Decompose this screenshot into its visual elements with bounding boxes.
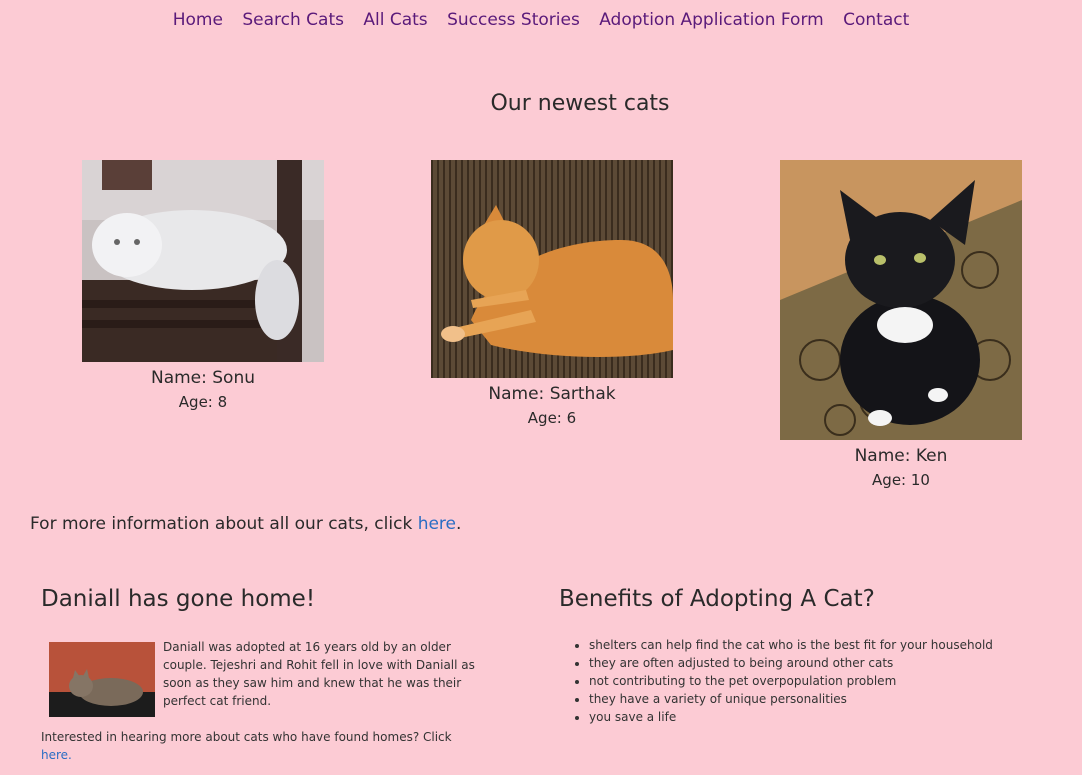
cat-photo-sarthak bbox=[431, 160, 673, 378]
benefit-item: shelters can help find the cat who is th… bbox=[589, 636, 993, 654]
story-photo-daniall bbox=[49, 642, 155, 717]
cat-card-sonu: Name: Sonu Age: 8 bbox=[82, 160, 324, 411]
nav-search-cats[interactable]: Search Cats bbox=[242, 10, 344, 30]
cat-age-sarthak: Age: 6 bbox=[527, 409, 577, 427]
more-info-text: For more information about all our cats,… bbox=[30, 514, 418, 534]
success-stories-link[interactable]: here. bbox=[41, 748, 72, 762]
benefit-item: they are often adjusted to being around … bbox=[589, 654, 993, 672]
main-nav: Home Search Cats All Cats Success Storie… bbox=[0, 10, 1082, 30]
cat-photo-sonu bbox=[82, 160, 324, 362]
success-story: Daniall was adopted at 16 years old by a… bbox=[41, 638, 481, 764]
benefit-item: not contributing to the pet overpopulati… bbox=[589, 672, 993, 690]
more-info-end: . bbox=[456, 514, 462, 534]
nav-all-cats[interactable]: All Cats bbox=[363, 10, 427, 30]
more-info-line: For more information about all our cats,… bbox=[30, 514, 461, 534]
cat-name-sarthak: Name: Sarthak bbox=[488, 384, 616, 404]
cat-card-sarthak: Name: Sarthak Age: 6 bbox=[431, 160, 673, 427]
newest-cats-heading: Our newest cats bbox=[490, 91, 670, 116]
nav-adoption-form[interactable]: Adoption Application Form bbox=[599, 10, 824, 30]
story-heading: Daniall has gone home! bbox=[41, 586, 316, 612]
cat-card-ken: Name: Ken Age: 10 bbox=[780, 160, 1022, 489]
story-paragraph-2-text: Interested in hearing more about cats wh… bbox=[41, 730, 452, 744]
cat-photo-ken bbox=[780, 160, 1022, 440]
story-paragraph-2: Interested in hearing more about cats wh… bbox=[41, 728, 481, 764]
benefit-item: they have a variety of unique personalit… bbox=[589, 690, 993, 708]
nav-home[interactable]: Home bbox=[173, 10, 223, 30]
all-cats-link[interactable]: here bbox=[418, 514, 456, 534]
benefits-heading: Benefits of Adopting A Cat? bbox=[559, 586, 875, 612]
cat-name-ken: Name: Ken bbox=[854, 446, 948, 466]
cat-age-sonu: Age: 8 bbox=[178, 393, 228, 411]
benefit-item: you save a life bbox=[589, 708, 993, 726]
nav-success-stories[interactable]: Success Stories bbox=[447, 10, 580, 30]
cat-age-ken: Age: 10 bbox=[872, 471, 930, 489]
cat-name-sonu: Name: Sonu bbox=[150, 368, 256, 388]
benefits-list: shelters can help find the cat who is th… bbox=[559, 636, 993, 726]
nav-contact[interactable]: Contact bbox=[843, 10, 909, 30]
